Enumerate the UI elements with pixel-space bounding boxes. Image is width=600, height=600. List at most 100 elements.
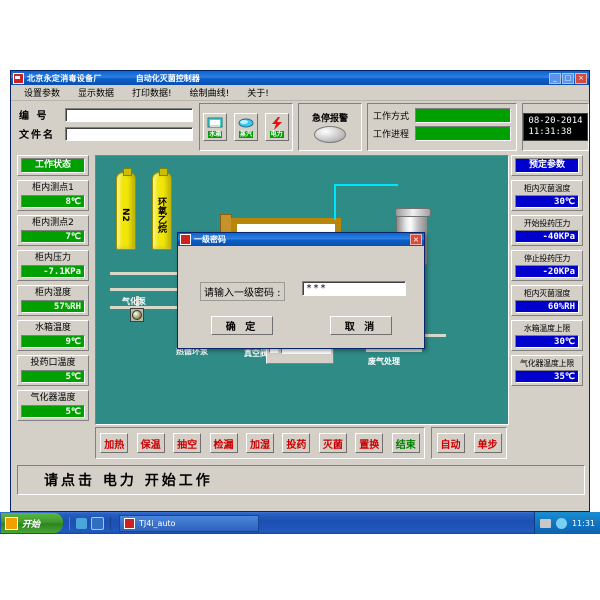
quicklaunch-browser-icon[interactable]	[91, 516, 104, 530]
dialog-close-button[interactable]: ×	[410, 234, 422, 245]
work-progress-value	[415, 126, 511, 141]
clock-display: 08-20-2014 11:31:38	[523, 113, 588, 141]
dialog-icon	[180, 234, 191, 245]
identity-group: 编 号 文件名	[13, 103, 193, 151]
work-status-header: 工作状态	[21, 158, 85, 173]
sterilize-humidity-cell: 柜内灭菌湿度 60%RH	[511, 285, 583, 316]
clock-date: 08-20-2014	[528, 116, 583, 126]
start-label: 开始	[22, 519, 41, 530]
dosing-port-temp-cell: 投药口温度 5℃	[17, 355, 89, 386]
single-step-button[interactable]: 单步	[473, 433, 502, 453]
filename-input[interactable]	[65, 126, 193, 141]
heat-button[interactable]: 加热	[100, 433, 129, 453]
tray-clock[interactable]: 11:31	[572, 519, 595, 528]
dosing-stop-pressure-value: -20KPa	[515, 265, 579, 278]
cabinet-point1-label: 柜内测点1	[32, 183, 74, 193]
start-button[interactable]: 开始	[1, 513, 63, 533]
replace-button[interactable]: 置换	[355, 433, 384, 453]
window-titlebar[interactable]: 北京永定消毒设备厂 自动化灭菌控制器 _ □ ×	[11, 71, 589, 85]
taskbar-app-icon	[124, 517, 135, 529]
work-mode-value	[415, 108, 511, 123]
evacuate-button[interactable]: 抽空	[173, 433, 202, 453]
emergency-stop-label: 急停报警	[311, 114, 348, 124]
dialog-cancel-button[interactable]: 取 消	[330, 316, 392, 335]
sterilize-humidity-value: 60%RH	[515, 300, 579, 313]
dosing-stop-pressure-label: 停止投药压力	[523, 254, 571, 263]
dosing-port-temp-label: 投药口温度	[30, 358, 76, 368]
vaporizer-temp-value: 5℃	[21, 405, 85, 418]
finish-button[interactable]: 结束	[391, 433, 420, 453]
system-tray: 11:31	[533, 512, 600, 534]
water-tank-temp-cell: 水箱温度 9℃	[17, 320, 89, 351]
menu-item-draw-curve[interactable]: 绘制曲线!	[181, 86, 239, 99]
cabinet-point2-label: 柜内测点2	[32, 218, 74, 228]
work-mode-group: 工作方式 工作进程	[367, 103, 517, 151]
dosing-start-pressure-cell: 开始投药压力 -40KPa	[511, 215, 583, 246]
cabinet-pressure-cell: 柜内压力 -7.1KPa	[17, 250, 89, 281]
close-button[interactable]: ×	[575, 72, 587, 84]
clock-group: 08-20-2014 11:31:38	[522, 103, 589, 151]
power-label: 电力	[269, 130, 284, 138]
emergency-stop-button[interactable]	[314, 126, 346, 143]
dialog-ok-button[interactable]: 确 定	[211, 316, 273, 335]
number-label: 编 号	[19, 111, 49, 122]
vaporizer-temp-limit-cell: 气化器温度上限 35℃	[511, 355, 583, 386]
cabinet-humidity-value: 57%RH	[21, 300, 85, 313]
menu-item-print-data[interactable]: 打印数据!	[123, 86, 181, 99]
minimize-button[interactable]: _	[549, 72, 561, 84]
password-input[interactable]: ***	[302, 281, 406, 296]
leak-test-button[interactable]: 检漏	[209, 433, 238, 453]
work-status-panel: 工作状态 柜内测点1 8℃ 柜内测点2 7℃ 柜内压力 -7.1KPa 柜内湿度…	[17, 155, 89, 425]
preset-header: 预定参数	[515, 158, 579, 173]
cabinet-humidity-label: 柜内湿度	[34, 288, 71, 298]
sterilize-temp-label: 柜内灭菌温度	[523, 184, 571, 193]
vaporizer-pump-symbol	[130, 308, 144, 322]
water-tank-temp-limit-value: 30℃	[515, 335, 579, 348]
cyan-pipe-top	[334, 184, 398, 220]
cabinet-humidity-cell: 柜内湿度 57%RH	[17, 285, 89, 316]
password-dialog: 一级密码 × 请输入一级密码 : *** 确 定 取 消	[177, 232, 425, 349]
source-toolbar: 水箱 蒸汽 电力	[199, 103, 293, 151]
keep-warm-button[interactable]: 保温	[136, 433, 165, 453]
exhaust-treatment-label: 废气处理	[368, 357, 400, 366]
filename-label: 文件名	[19, 130, 55, 141]
cabinet-point2-value: 7℃	[21, 230, 85, 243]
water-tank-temp-label: 水箱温度	[34, 323, 71, 333]
emergency-stop-group: 急停报警	[298, 103, 362, 151]
dosing-start-pressure-value: -40KPa	[515, 230, 579, 243]
preset-params-panel: 预定参数 柜内灭菌温度 30℃ 开始投药压力 -40KPa 停止投药压力 -20…	[511, 155, 583, 390]
sterilize-humidity-label: 柜内灭菌湿度	[523, 289, 571, 298]
status-message: 请点击 电力 开始工作	[44, 473, 213, 489]
cabinet-point1-value: 8℃	[21, 195, 85, 208]
app-icon	[13, 72, 24, 84]
tray-display-icon[interactable]	[539, 518, 551, 528]
dialog-titlebar[interactable]: 一级密码 ×	[178, 233, 424, 246]
windows-flag-icon	[5, 516, 18, 530]
dialog-title: 一级密码	[194, 235, 226, 244]
steam-button[interactable]: 蒸汽	[233, 113, 258, 141]
water-tank-button[interactable]: 水箱	[203, 113, 228, 141]
taskbar-item-app[interactable]: TJ4i_auto	[119, 514, 259, 532]
humidify-button[interactable]: 加湿	[245, 433, 274, 453]
quicklaunch-desktop-icon[interactable]	[76, 517, 87, 529]
sterilize-temp-cell: 柜内灭菌温度 30℃	[511, 180, 583, 211]
application-window: 北京永定消毒设备厂 自动化灭菌控制器 _ □ × 设置参数 显示数据 打印数据!…	[10, 70, 590, 512]
taskbar-app-label: TJ4i_auto	[139, 518, 176, 528]
dosing-port-temp-value: 5℃	[21, 370, 85, 383]
auto-mode-button[interactable]: 自动	[436, 433, 465, 453]
vaporizer-temp-label: 气化器温度	[30, 393, 76, 403]
power-button[interactable]: 电力	[264, 113, 289, 141]
process-action-bar: 加热 保温 抽空 检漏 加湿 投药 灭菌 置换 结束	[95, 427, 425, 459]
maximize-button[interactable]: □	[562, 72, 574, 84]
menu-item-settings[interactable]: 设置参数	[15, 86, 69, 99]
sterilize-button[interactable]: 灭菌	[318, 433, 347, 453]
password-prompt-label: 请输入一级密码 :	[200, 282, 285, 301]
clock-time: 11:31:38	[528, 127, 572, 137]
menu-item-about[interactable]: 关于!	[238, 86, 278, 99]
vaporizer-temp-limit-label: 气化器温度上限	[520, 359, 574, 368]
menu-item-display-data[interactable]: 显示数据	[69, 86, 123, 99]
dosing-button[interactable]: 投药	[282, 433, 311, 453]
filename-row: 文件名	[19, 126, 193, 141]
number-input[interactable]	[65, 107, 193, 122]
tray-volume-icon[interactable]	[555, 517, 567, 529]
